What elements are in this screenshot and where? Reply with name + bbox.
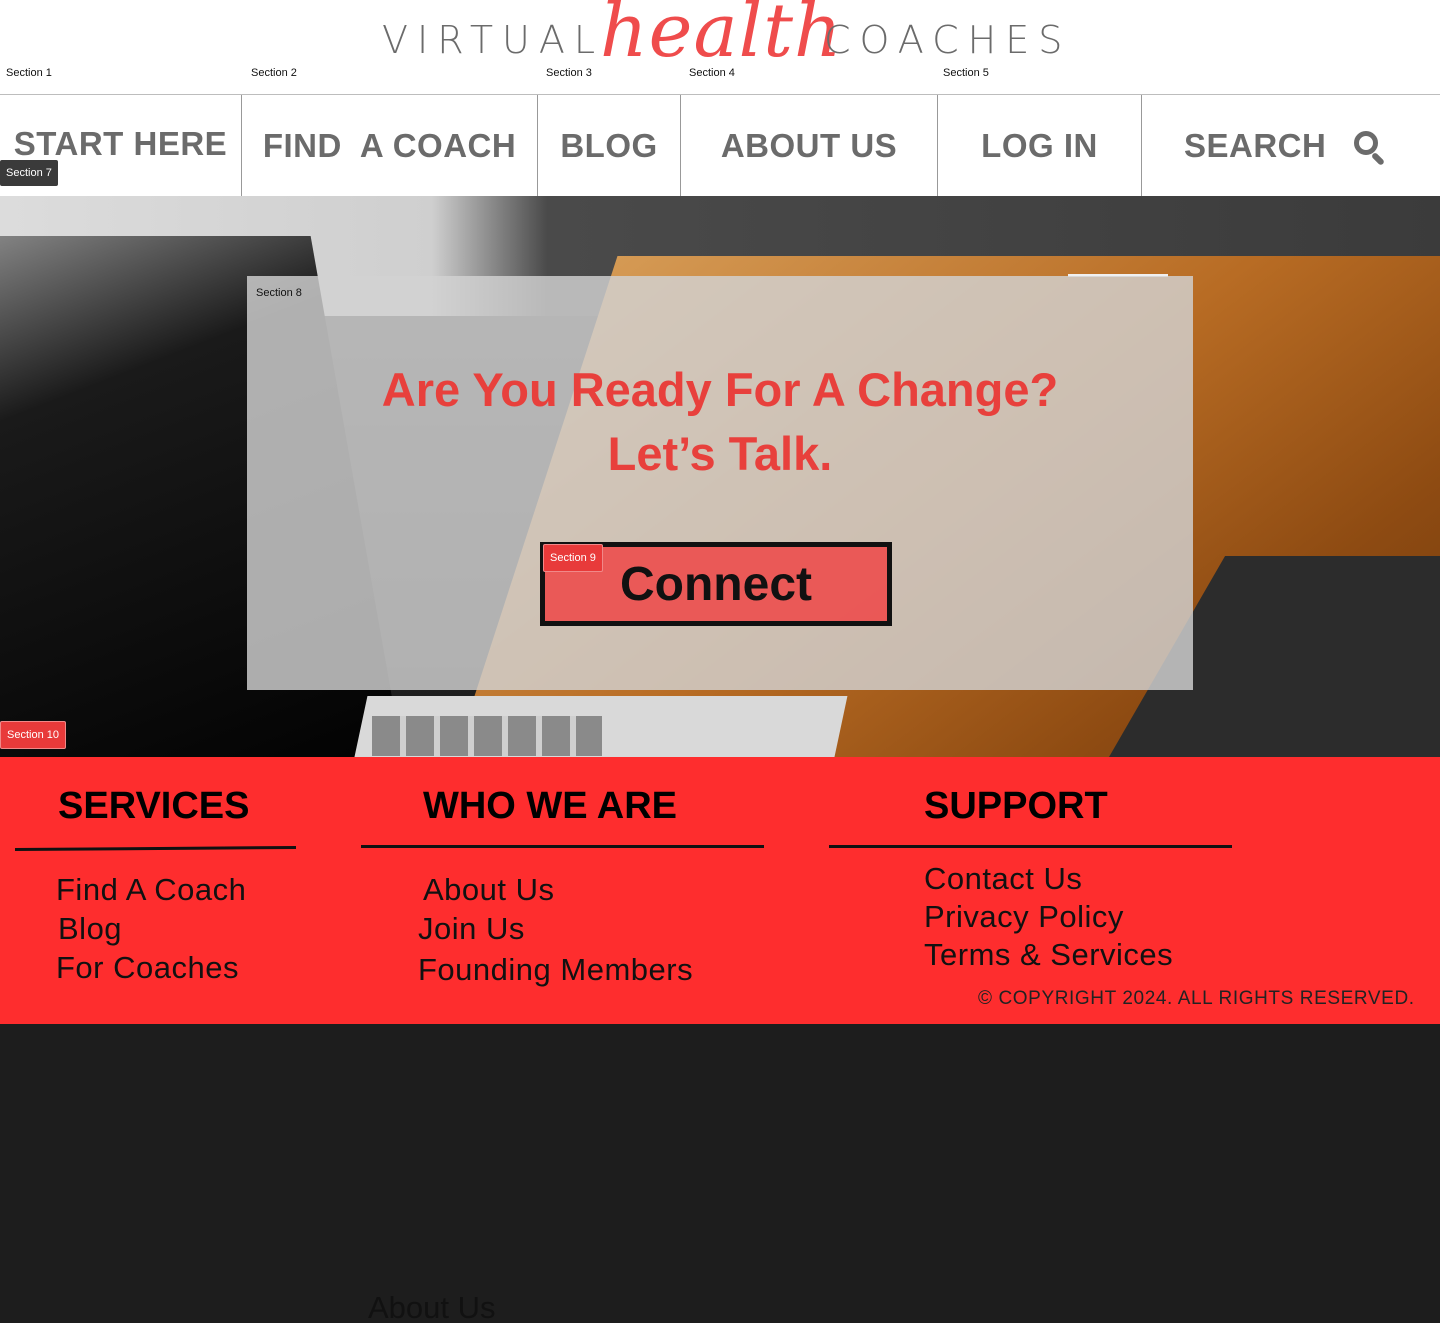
section-tag-9: Section 9 <box>543 544 603 572</box>
footer-who-we-are-heading: WHO WE ARE <box>423 785 678 827</box>
footer-link-blog[interactable]: Blog <box>58 911 122 947</box>
logo-virtual: VIRTUAL <box>382 18 605 62</box>
footer-link-founding-members[interactable]: Founding Members <box>418 952 693 988</box>
section-tag-5: Section 5 <box>943 67 989 79</box>
section-tag-1: Section 1 <box>6 67 52 79</box>
footer-services-heading: SERVICES <box>58 785 250 827</box>
nav-blog[interactable]: BLOG <box>537 95 680 196</box>
connect-button-label: Connect <box>620 557 812 611</box>
main-nav: START HERE FIND A COACH BLOG ABOUT US LO… <box>0 95 1440 196</box>
footer-link-for-coaches[interactable]: For Coaches <box>56 950 239 986</box>
footer-who-we-are-rule <box>361 845 764 848</box>
nav-blog-label: BLOG <box>560 126 658 164</box>
nav-log-in-label: LOG IN <box>981 126 1098 164</box>
site-header: VIRTUAL health COACHES Section 1 Section… <box>0 0 1440 95</box>
copyright-text: © COPYRIGHT 2024. ALL RIGHTS RESERVED. <box>978 988 1415 1009</box>
nav-start-here-label: START HERE <box>13 124 228 162</box>
nav-log-in[interactable]: LOG IN <box>937 95 1141 196</box>
section-tag-2: Section 2 <box>251 67 297 79</box>
search-icon[interactable] <box>1354 130 1386 166</box>
logo-health: health <box>600 0 843 74</box>
nav-find-a-coach[interactable]: FIND A COACH <box>241 95 537 196</box>
nav-find-a-coach-label: FIND A COACH <box>262 126 517 164</box>
hero-headline-line2: Let’s Talk. <box>607 427 833 480</box>
footer-link-terms-services[interactable]: Terms & Services <box>924 937 1173 973</box>
footer-link-find-a-coach[interactable]: Find A Coach <box>56 872 246 908</box>
nav-about-us-label: ABOUT US <box>720 126 898 164</box>
footer-link-privacy-policy[interactable]: Privacy Policy <box>924 899 1124 935</box>
footer-link-contact-us[interactable]: Contact Us <box>924 861 1082 897</box>
footer-support-heading: SUPPORT <box>924 785 1108 827</box>
bottom-about-us-link[interactable]: About Us <box>368 1290 496 1323</box>
logo-coaches: COACHES <box>824 18 1072 62</box>
footer-services-rule <box>14 846 297 851</box>
hero-headline-line1: Are You Ready For A Change? <box>381 363 1059 416</box>
hero-background-keys <box>372 716 602 756</box>
nav-about-us[interactable]: ABOUT US <box>680 95 937 196</box>
footer-link-about-us[interactable]: About Us <box>423 872 555 908</box>
section-tag-8: Section 8 <box>256 287 302 299</box>
section-tag-4: Section 4 <box>689 67 735 79</box>
section-tag-3: Section 3 <box>546 67 592 79</box>
footer-link-join-us[interactable]: Join Us <box>418 911 525 947</box>
nav-search-label: SEARCH <box>1184 126 1327 164</box>
section-tag-7: Section 7 <box>0 160 58 186</box>
section-tag-10: Section 10 <box>0 721 66 749</box>
hero-section: Section 8 Are You Ready For A Change? Le… <box>0 196 1440 757</box>
site-footer: SERVICES Find A Coach Blog For Coaches W… <box>0 757 1440 1024</box>
nav-search[interactable]: SEARCH <box>1141 95 1440 196</box>
hero-headline: Are You Ready For A Change? Let’s Talk. <box>247 358 1193 486</box>
footer-support-rule <box>829 845 1232 848</box>
